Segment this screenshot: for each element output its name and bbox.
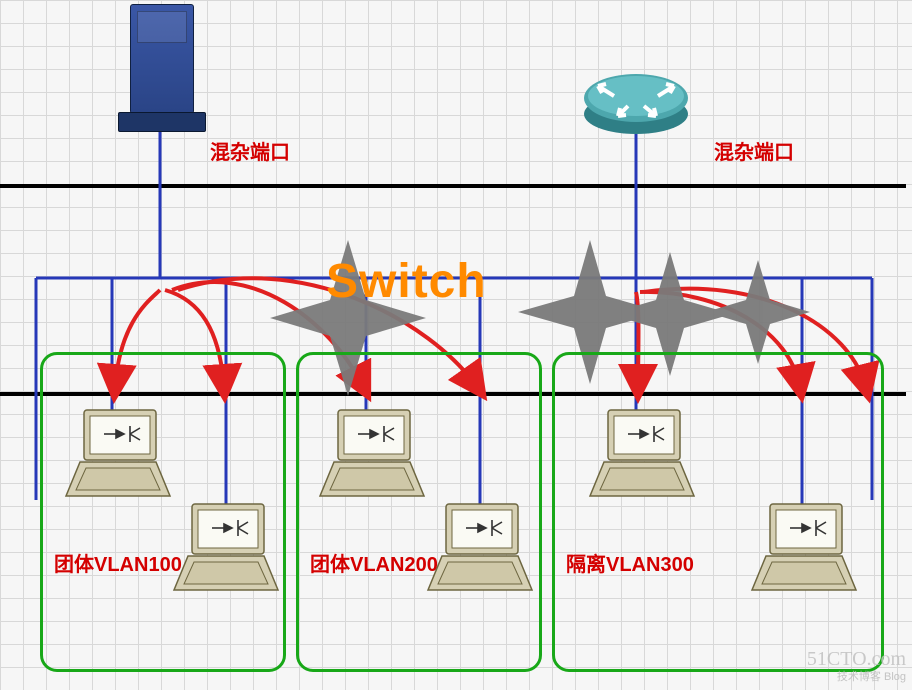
diagram-canvas: Switch 混杂端口 混杂端口 团体VLAN100 团体VLAN200 隔离V… bbox=[0, 0, 912, 690]
server-base bbox=[118, 112, 206, 132]
laptop-icon bbox=[312, 406, 432, 501]
watermark: 51CTO.com 技术博客 Blog bbox=[807, 647, 906, 684]
label-promiscuous-left: 混杂端口 bbox=[210, 136, 290, 165]
switch-label: Switch bbox=[326, 254, 487, 309]
laptop-icon bbox=[166, 500, 286, 595]
watermark-line2: 技术博客 Blog bbox=[807, 671, 906, 684]
laptop-icon bbox=[744, 500, 864, 595]
laptop-icon bbox=[58, 406, 178, 501]
laptop-icon bbox=[582, 406, 702, 501]
star-icon bbox=[706, 260, 810, 364]
router-icon bbox=[578, 56, 698, 146]
label-vlan300: 隔离VLAN300 bbox=[566, 548, 694, 577]
label-vlan200: 团体VLAN200 bbox=[310, 548, 438, 577]
watermark-line1: 51CTO.com bbox=[807, 647, 906, 671]
label-promiscuous-right: 混杂端口 bbox=[714, 136, 794, 165]
laptop-icon bbox=[420, 500, 540, 595]
label-vlan100: 团体VLAN100 bbox=[54, 548, 182, 577]
server-icon bbox=[130, 4, 194, 114]
